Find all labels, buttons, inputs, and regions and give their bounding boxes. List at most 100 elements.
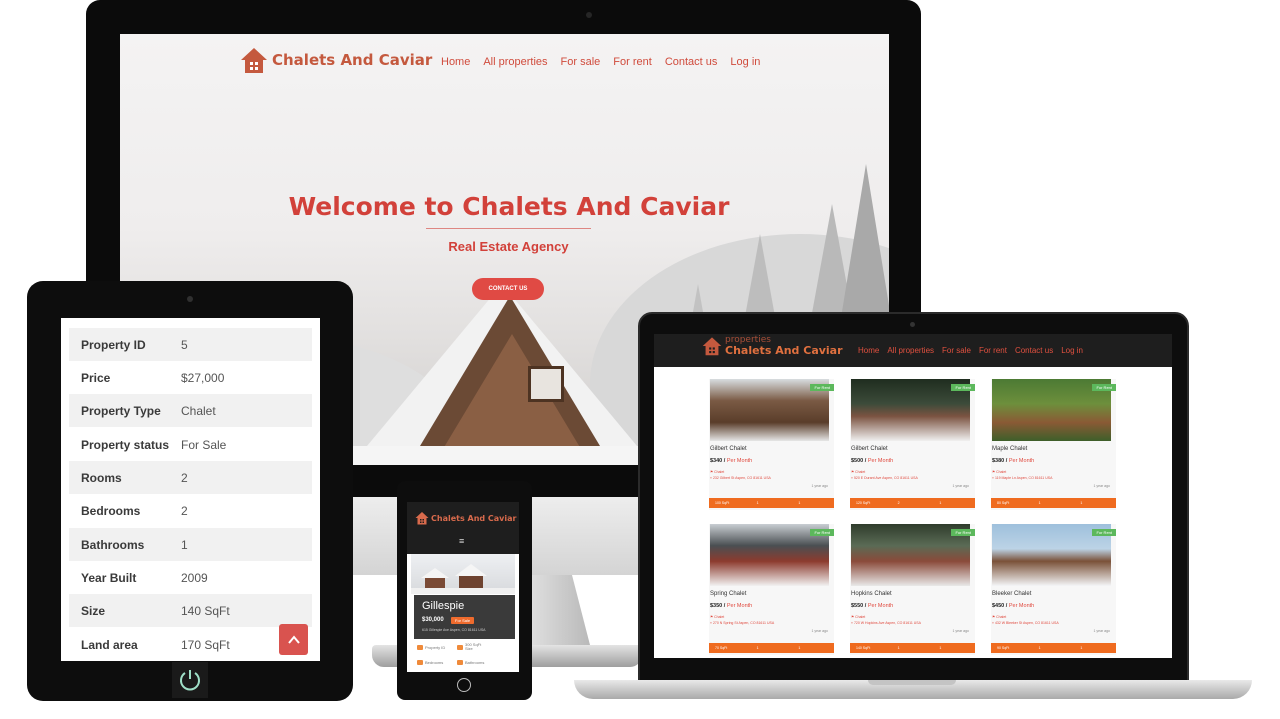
nav-for-rent[interactable]: For rent <box>613 56 652 68</box>
laptop-logo-text: Chalets And Caviar <box>725 344 843 357</box>
property-card[interactable]: For Rent Maple Chalet $380 / Per Month ⚑… <box>991 379 1116 510</box>
feature-text: 300 SqFt Size <box>465 642 481 652</box>
phone-screen: Chalets And Caviar ≡ Gillespie $30,000 F… <box>407 502 519 672</box>
status-badge: For Rent <box>951 384 975 391</box>
property-title[interactable]: Gilbert Chalet <box>851 446 888 452</box>
hero-subtitle: Real Estate Agency <box>448 239 569 254</box>
property-card[interactable]: For Rent Gilbert Chalet $500 / Per Month… <box>850 379 975 510</box>
device-mockup-stage: Chalets And Caviar Home All properties F… <box>0 0 1280 719</box>
status-badge: For Rent <box>810 529 834 536</box>
baths-value: 1 <box>939 501 942 505</box>
nav-for-sale[interactable]: For sale <box>561 56 601 68</box>
nav-contact-us[interactable]: Contact us <box>1015 346 1053 355</box>
phone-logo[interactable]: Chalets And Caviar <box>415 511 516 525</box>
property-title[interactable]: Hopkins Chalet <box>851 591 892 597</box>
property-card[interactable]: For Rent Gilbert Chalet $340 / Per Month… <box>709 379 834 510</box>
status-badge: For Rent <box>951 529 975 536</box>
tablet-home-button[interactable] <box>172 662 208 698</box>
phone-hero-photo <box>411 554 515 594</box>
detail-row: Property Type Chalet <box>69 394 312 427</box>
contact-us-button[interactable]: CONTACT US <box>472 278 544 300</box>
snow-ground <box>411 588 515 594</box>
property-card[interactable]: For Rent Spring Chalet $350 / Per Month … <box>709 524 834 655</box>
property-address: 615 Gillespie Ave Aspen, CO 81611 USA <box>422 628 486 632</box>
status-badge: For Rent <box>1092 384 1116 391</box>
house-icon <box>415 512 429 525</box>
property-title[interactable]: Maple Chalet <box>992 446 1027 452</box>
phone-home-button[interactable] <box>457 678 471 692</box>
property-title: Gillespie <box>422 600 465 612</box>
detail-label: Size <box>81 603 106 618</box>
feature-size: 300 SqFt Size <box>457 642 481 652</box>
property-title[interactable]: Bleeker Chalet <box>992 591 1031 597</box>
status-badge: For Rent <box>1092 529 1116 536</box>
detail-row: Price $27,000 <box>69 361 312 394</box>
detail-row: Land area 170 SqFt <box>69 628 312 661</box>
feature-property-id: Property ID <box>417 645 445 650</box>
nav-home[interactable]: Home <box>858 346 879 355</box>
property-title[interactable]: Spring Chalet <box>710 591 746 597</box>
chalet-roof <box>455 564 487 576</box>
detail-label: Land area <box>81 637 138 652</box>
chalet-window <box>528 366 564 402</box>
laptop-menu: Home All properties For sale For rent Co… <box>858 346 1083 355</box>
detail-row: Property status For Sale <box>69 428 312 461</box>
chalet-wall <box>425 578 445 588</box>
detail-label: Price <box>81 370 111 385</box>
laptop-screen: properties Chalets And Caviar Home All p… <box>654 334 1172 658</box>
property-address: ⌖ 520 E Durant Ave Aspen, CO 81611 USA <box>851 476 918 480</box>
beds-value: 1 <box>756 501 759 505</box>
chalet-roof <box>421 568 449 578</box>
property-features-bar: 120 SqFt 2 1 <box>850 498 975 508</box>
scroll-to-top-button[interactable] <box>279 624 308 655</box>
beds-value: 1 <box>897 646 900 650</box>
tablet-screen: Property ID 5 Price $27,000 Property Type C… <box>61 318 320 661</box>
detail-row: Bathrooms 1 <box>69 528 312 561</box>
property-address: ⌖ 270 N Spring St Aspen, CO 81611 USA <box>710 621 775 625</box>
property-address: ⌖ 232 Gilbert St Aspen, CO 81611 USA <box>710 476 771 480</box>
detail-value: For Sale <box>181 437 227 452</box>
nav-log-in[interactable]: Log in <box>1061 346 1083 355</box>
house-icon <box>702 337 722 356</box>
detail-label: Property ID <box>81 337 146 352</box>
nav-all-properties[interactable]: All properties <box>887 346 934 355</box>
camera-icon <box>187 296 193 302</box>
detail-value: 1 <box>181 537 188 552</box>
detail-value: 2 <box>181 470 188 485</box>
property-price: $350 / Per Month <box>710 603 753 609</box>
baths-value: 1 <box>1080 646 1083 650</box>
hamburger-icon[interactable]: ≡ <box>459 536 464 546</box>
detail-label: Rooms <box>81 470 122 485</box>
nav-home[interactable]: Home <box>441 56 470 68</box>
property-title[interactable]: Gilbert Chalet <box>710 446 747 452</box>
chevron-up-icon <box>287 634 300 644</box>
detail-label: Property Type <box>81 403 161 418</box>
property-card[interactable]: For Rent Bleeker Chalet $450 / Per Month… <box>991 524 1116 655</box>
property-features-bar: 100 SqFt 1 1 <box>709 498 834 508</box>
bed-icon <box>417 660 423 665</box>
nav-log-in[interactable]: Log in <box>730 56 760 68</box>
laptop-logo[interactable]: properties Chalets And Caviar <box>702 336 843 356</box>
baths-value: 1 <box>798 646 801 650</box>
nav-all-properties[interactable]: All properties <box>483 56 547 68</box>
desktop-logo[interactable]: Chalets And Caviar <box>240 46 432 74</box>
chalet-wall <box>459 576 483 588</box>
nav-for-sale[interactable]: For sale <box>942 346 971 355</box>
detail-row: Size 140 SqFt <box>69 594 312 627</box>
camera-icon <box>586 12 592 18</box>
nav-for-rent[interactable]: For rent <box>979 346 1007 355</box>
baths-value: 1 <box>798 501 801 505</box>
phone-property-card[interactable]: Gillespie $30,000 For Sale 615 Gillespie… <box>414 595 515 639</box>
snow-ground <box>352 446 652 465</box>
property-date: 1 year ago <box>1093 629 1110 633</box>
property-features-bar: 80 SqFt 1 1 <box>991 498 1116 508</box>
property-date: 1 year ago <box>952 484 969 488</box>
nav-contact-us[interactable]: Contact us <box>665 56 718 68</box>
property-card[interactable]: For Rent Hopkins Chalet $550 / Per Month… <box>850 524 975 655</box>
size-value: 100 SqFt <box>715 501 730 505</box>
detail-row: Property ID 5 <box>69 328 312 361</box>
detail-row: Rooms 2 <box>69 461 312 494</box>
desktop-navbar: Chalets And Caviar Home All properties F… <box>120 34 889 94</box>
property-date: 1 year ago <box>952 629 969 633</box>
size-value: 140 SqFt <box>856 646 871 650</box>
